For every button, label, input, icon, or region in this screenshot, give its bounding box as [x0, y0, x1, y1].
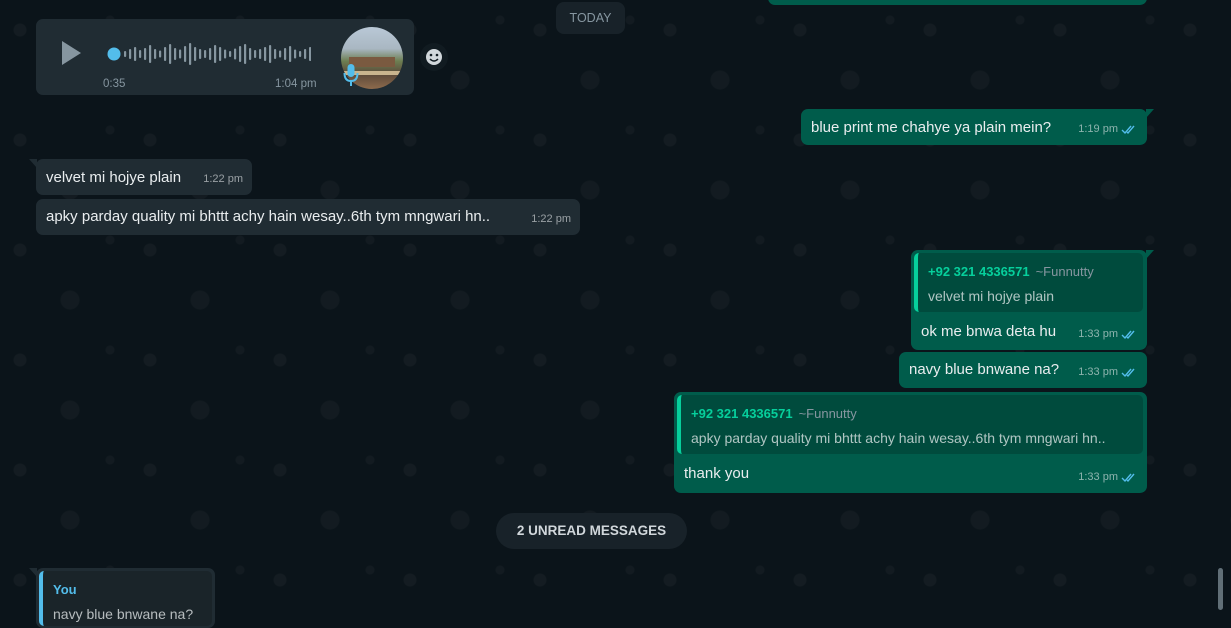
smiley-icon: [426, 49, 442, 65]
message-time: 1:19 pm: [1078, 123, 1118, 135]
partial-outgoing-bubble[interactable]: [768, 0, 1147, 5]
waveform-bar: [209, 48, 212, 60]
message-meta: 1:33 pm: [1078, 362, 1138, 382]
quoted-message[interactable]: +92 321 4336571 ~Funnutty velvet mi hojye…: [914, 253, 1143, 312]
waveform-bar: [269, 45, 272, 63]
waveform-bar: [249, 48, 252, 60]
date-divider: TODAY: [556, 2, 625, 34]
waveform-bar: [189, 43, 192, 65]
chat-panel[interactable]: TODAY 0:35 1:04 pm blue print me chahye …: [0, 0, 1231, 628]
quote-text: apky parday quality mi bhttt achy hain w…: [691, 430, 1106, 446]
quote-header: +92 321 4336571 ~Funnutty: [691, 404, 1133, 424]
message-meta: 1:19 pm: [1078, 119, 1138, 139]
quote-sender: You: [53, 582, 77, 597]
waveform-bar: [264, 47, 267, 61]
message-time: 1:22 pm: [531, 213, 571, 225]
quote-sender: +92 321 4336571: [928, 264, 1030, 279]
waveform-bar: [164, 47, 167, 61]
waveform-bar: [204, 50, 207, 58]
message-time: 1:22 pm: [203, 173, 243, 185]
message-meta: 1:33 pm: [1078, 324, 1138, 344]
react-button[interactable]: [420, 43, 448, 71]
incoming-message[interactable]: apky parday quality mi bhttt achy hain w…: [36, 199, 580, 235]
play-icon: [62, 41, 81, 65]
incoming-reply-message[interactable]: You navy blue bnwane na?: [29, 568, 215, 628]
outgoing-reply-message[interactable]: +92 321 4336571 ~Funnutty velvet mi hojye…: [911, 250, 1154, 350]
waveform-bar: [139, 50, 142, 58]
incoming-message[interactable]: velvet mi hojye plain 1:22 pm: [29, 159, 252, 195]
waveform-bar: [129, 49, 132, 59]
quote-header: +92 321 4336571 ~Funnutty: [928, 262, 1133, 282]
message-text: apky parday quality mi bhttt achy hain w…: [46, 208, 491, 225]
waveform-bar: [174, 48, 177, 60]
play-button[interactable]: [58, 39, 84, 67]
waveform-bar: [159, 50, 162, 58]
chat-scrollbar[interactable]: [1218, 568, 1223, 610]
quote-text: navy blue bnwane na?: [53, 606, 194, 622]
message-text: velvet mi hojye plain: [46, 169, 182, 186]
waveform-bar: [149, 45, 152, 63]
waveform-bar: [214, 45, 217, 63]
quote-alias: ~Funnutty: [1035, 264, 1094, 279]
waveform-bar: [144, 48, 147, 60]
waveform-bar: [184, 46, 187, 62]
waveform-bar: [239, 46, 242, 62]
message-text: navy blue bnwane na?: [909, 361, 1060, 378]
waveform-bar: [279, 50, 282, 58]
waveform-bar: [234, 48, 237, 60]
waveform-bar: [284, 48, 287, 60]
voice-time: 1:04 pm: [275, 78, 317, 90]
waveform-bar: [169, 44, 172, 64]
quote-text: velvet mi hojye plain: [928, 288, 1055, 304]
waveform-bar: [134, 47, 137, 61]
message-meta: 1:33 pm: [1078, 467, 1138, 487]
read-ticks-icon: [1121, 367, 1138, 378]
read-ticks-icon: [1121, 329, 1138, 340]
waveform-bar: [304, 49, 307, 59]
message-text: ok me bnwa deta hu: [921, 323, 1057, 340]
waveform-bar: [289, 46, 292, 62]
voice-duration: 0:35: [103, 78, 126, 90]
message-text: blue print me chahye ya plain mein?: [811, 119, 1052, 136]
waveform-bar: [179, 49, 182, 59]
read-ticks-icon: [1121, 124, 1138, 135]
microphone-icon: [343, 64, 359, 86]
outgoing-message[interactable]: navy blue bnwane na? 1:33 pm: [899, 352, 1147, 388]
quote-sender: +92 321 4336571: [691, 406, 793, 421]
quote-alias: ~Funnutty: [798, 406, 857, 421]
waveform-bar: [124, 51, 127, 57]
waveform-bar: [229, 51, 232, 57]
waveform-bar: [154, 49, 157, 59]
waveform-bar: [309, 47, 311, 61]
outgoing-reply-message[interactable]: +92 321 4336571 ~Funnutty apky parday qua…: [674, 392, 1147, 493]
waveform-bar: [259, 49, 262, 59]
quoted-message[interactable]: You navy blue bnwane na?: [39, 571, 212, 626]
waveform-bar: [224, 49, 227, 59]
waveform-bar: [244, 44, 247, 64]
waveform-bar: [274, 49, 277, 59]
quoted-message[interactable]: +92 321 4336571 ~Funnutty apky parday qua…: [677, 395, 1143, 454]
waveform-bar: [294, 49, 297, 59]
read-ticks-icon: [1121, 472, 1138, 483]
waveform-bar: [199, 49, 202, 59]
unread-messages-divider: 2 UNREAD MESSAGES: [496, 513, 687, 549]
waveform-bar: [254, 50, 257, 58]
message-time: 1:33 pm: [1078, 471, 1118, 483]
outgoing-message[interactable]: blue print me chahye ya plain mein? 1:19…: [801, 109, 1154, 145]
message-time: 1:33 pm: [1078, 366, 1118, 378]
voice-note-bubble[interactable]: 0:35 1:04 pm: [36, 19, 414, 95]
waveform-bar: [299, 51, 302, 57]
waveform-bar: [219, 47, 222, 61]
waveform-bar: [194, 47, 197, 61]
message-time: 1:33 pm: [1078, 328, 1118, 340]
message-text: thank you: [684, 465, 750, 482]
voice-waveform[interactable]: [106, 41, 311, 67]
